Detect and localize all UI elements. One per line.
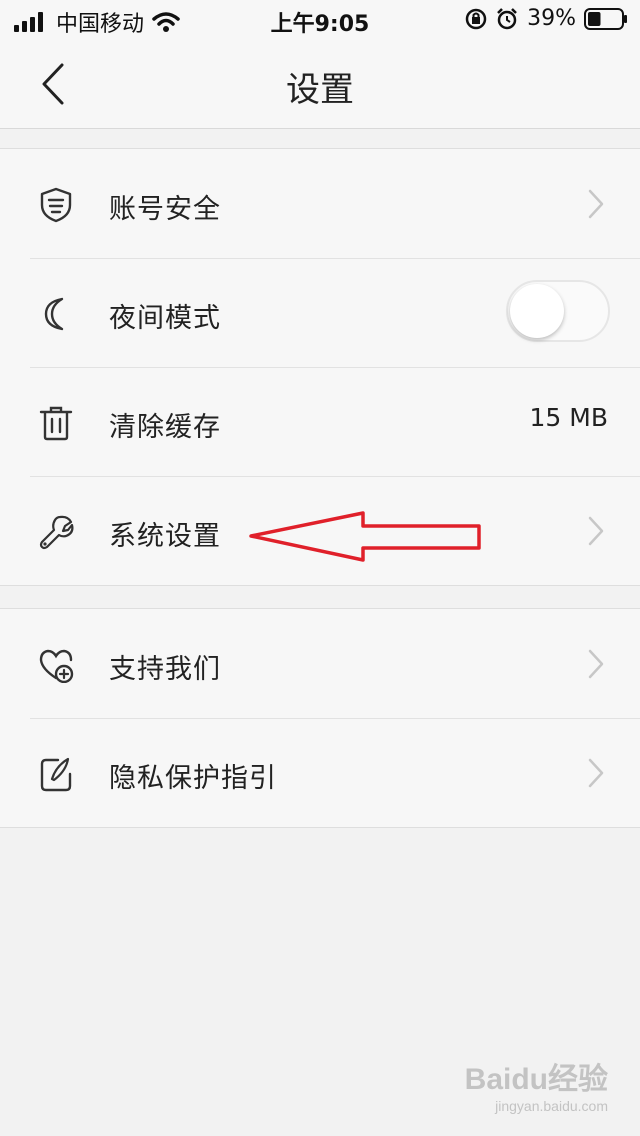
chevron-left-icon [42,63,64,105]
status-bar: 中国移动 上午9:05 39% [0,0,640,40]
baidu-jingyan-watermark: Baidu经验 jingyan.baidu.com [465,1054,608,1114]
wifi-icon [152,12,180,32]
night-mode-toggle[interactable] [506,280,610,342]
cache-size-value: 15 MB [529,403,608,432]
battery-percent: 39% [527,6,576,31]
privacy-guide-label: 隐私保护指引 [109,763,277,794]
orientation-lock-icon [465,8,487,29]
watermark-logo: Baidu经验 [464,1063,608,1096]
support-us-label: 支持我们 [109,654,221,685]
account-security-row[interactable]: 账号安全 [0,149,640,258]
clear-cache-label: 清除缓存 [109,412,221,443]
carrier-name: 中国移动 [56,12,145,37]
status-left: 中国移动 [14,6,180,38]
signal-icon [14,12,43,32]
moon-icon [44,297,64,331]
settings-group-about: 支持我们 隐私保护指引 [0,608,640,828]
back-button[interactable] [28,58,78,110]
system-settings-label: 系统设置 [109,521,221,552]
trash-icon [39,406,73,441]
support-us-row[interactable]: 支持我们 [0,609,640,718]
status-right: 39% [465,6,628,31]
alarm-icon [497,7,517,29]
note-pen-icon [40,757,72,792]
heart-plus-icon [39,649,74,683]
clear-cache-row[interactable]: 清除缓存 15 MB [0,367,640,476]
chevron-right-icon [588,758,604,788]
account-security-label: 账号安全 [109,194,221,225]
chevron-right-icon [588,516,604,546]
chevron-right-icon [588,189,604,219]
wrench-icon [39,515,74,550]
page-title: 设置 [286,70,354,110]
privacy-guide-row[interactable]: 隐私保护指引 [0,718,640,827]
night-mode-row: 夜间模式 [0,258,640,367]
navigation-bar: 设置 [0,40,640,129]
toggle-knob [510,284,564,338]
battery-fill [588,11,601,26]
night-mode-label: 夜间模式 [109,303,221,334]
watermark-url: jingyan.baidu.com [495,1098,608,1114]
battery-icon [584,7,627,30]
chevron-right-icon [588,649,604,679]
shield-icon [40,187,72,223]
annotation-arrow [249,511,481,562]
